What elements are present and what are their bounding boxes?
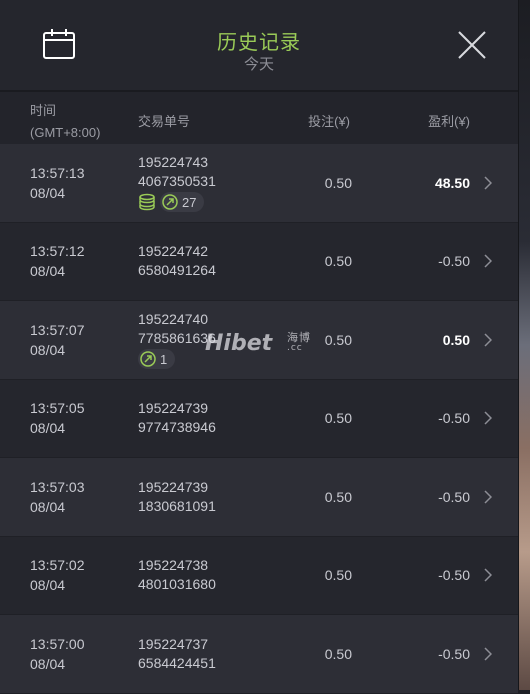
- row-order-cell: 195224740 7785861636 1: [138, 301, 216, 379]
- history-row[interactable]: 13:57:02 08/04 195224738 4801031680 0.50 -0.5…: [0, 536, 518, 615]
- row-date: 08/04: [30, 263, 66, 280]
- row-date: 08/04: [30, 655, 66, 672]
- row-date: 08/04: [30, 184, 66, 201]
- background-image-edge: [518, 0, 530, 690]
- row-time: 13:57:00: [30, 635, 85, 652]
- link-badge: 27: [160, 192, 205, 213]
- link-count: 27: [182, 194, 197, 210]
- row-order-id-1: 195224739: [138, 400, 209, 417]
- history-row[interactable]: 13:57:13 08/04 195224743 4067350531 27 0.50 48…: [0, 144, 518, 223]
- column-time: 时间 (GMT+8:00): [30, 100, 100, 144]
- row-time: 13:57:03: [30, 478, 85, 495]
- row-bet: 0.50: [324, 410, 352, 427]
- row-time: 13:57:12: [30, 243, 85, 260]
- row-order-cell: 195224737 6584424451: [138, 615, 216, 693]
- link-count: 1: [160, 351, 168, 367]
- row-bet: 0.50: [324, 488, 352, 505]
- row-time: 13:57:07: [30, 321, 85, 338]
- row-order-id-2: 6580491264: [138, 262, 216, 279]
- chevron-right-icon[interactable]: [484, 333, 492, 347]
- history-list: 13:57:13 08/04 195224743 4067350531 27 0.50 48…: [0, 144, 518, 694]
- history-row[interactable]: 13:57:03 08/04 195224739 1830681091 0.50 -0.5…: [0, 458, 518, 537]
- coin-stack-icon: [139, 194, 155, 211]
- history-row[interactable]: 13:57:05 08/04 195224739 9774738946 0.50 -0.5…: [0, 379, 518, 458]
- column-header: 时间 (GMT+8:00) 交易单号 投注(¥) 盈利(¥): [0, 92, 518, 144]
- row-bet: 0.50: [324, 253, 352, 270]
- row-bet: 0.50: [324, 174, 352, 191]
- row-time-cell: 13:57:05 08/04: [30, 380, 85, 458]
- row-order-id-2: 1830681091: [138, 497, 216, 514]
- row-date: 08/04: [30, 577, 66, 594]
- row-badges: 1: [138, 349, 216, 370]
- link-badge: 1: [138, 349, 176, 370]
- row-date: 08/04: [30, 498, 66, 515]
- row-order-cell: 195224739 1830681091: [138, 458, 216, 536]
- column-profit: 盈利(¥): [428, 114, 470, 129]
- row-order-id-2: 6584424451: [138, 654, 216, 671]
- row-profit: -0.50: [438, 645, 470, 662]
- column-bet: 投注(¥): [308, 114, 350, 129]
- row-order-id-2: 7785861636: [138, 330, 216, 347]
- row-order-id-2: 4067350531: [138, 173, 216, 190]
- row-order-id-1: 195224737: [138, 635, 209, 652]
- row-order-cell: 195224739 9774738946: [138, 380, 216, 458]
- row-time-cell: 13:57:02 08/04: [30, 537, 85, 615]
- history-panel: 历史记录 今天 时间 (GMT+8:00) 交易单号 投注(¥) 盈利(¥) 1…: [0, 0, 519, 694]
- history-row[interactable]: 13:57:00 08/04 195224737 6584424451 0.50 -0.5…: [0, 615, 518, 694]
- row-profit: -0.50: [438, 567, 470, 584]
- page-title: 历史记录: [217, 32, 301, 54]
- row-time-cell: 13:57:00 08/04: [30, 615, 85, 693]
- row-time-cell: 13:57:03 08/04: [30, 458, 85, 536]
- chevron-right-icon[interactable]: [484, 568, 492, 582]
- column-timezone-label: (GMT+8:00): [30, 125, 101, 140]
- chevron-right-icon[interactable]: [484, 647, 492, 661]
- row-profit: 0.50: [442, 331, 470, 348]
- row-date: 08/04: [30, 420, 66, 437]
- chevron-right-icon[interactable]: [484, 490, 492, 504]
- row-order-cell: 195224743 4067350531 27: [138, 144, 216, 222]
- panel-header: 历史记录 今天: [0, 0, 518, 92]
- row-order-id-1: 195224739: [138, 478, 209, 495]
- page-subtitle: 今天: [243, 56, 274, 73]
- row-time: 13:57:05: [30, 400, 85, 417]
- row-bet: 0.50: [324, 331, 352, 348]
- row-order-id-1: 195224743: [138, 154, 209, 171]
- link-icon: [140, 351, 156, 367]
- row-profit: -0.50: [438, 488, 470, 505]
- row-bet: 0.50: [324, 567, 352, 584]
- close-icon[interactable]: [457, 30, 487, 60]
- row-order-cell: 195224742 6580491264: [138, 223, 216, 301]
- row-order-id-1: 195224740: [138, 311, 209, 328]
- chevron-right-icon[interactable]: [484, 411, 492, 425]
- row-time-cell: 13:57:07 08/04: [30, 301, 85, 379]
- row-order-id-2: 9774738946: [138, 419, 216, 436]
- column-time-label: 时间: [30, 103, 57, 118]
- link-icon: [162, 194, 178, 210]
- row-order-id-1: 195224738: [138, 557, 209, 574]
- row-order-id-2: 4801031680: [138, 576, 216, 593]
- row-profit: -0.50: [438, 253, 470, 270]
- row-profit: -0.50: [438, 410, 470, 427]
- row-badges: 27: [138, 192, 216, 213]
- row-time: 13:57:02: [30, 557, 85, 574]
- history-row[interactable]: 13:57:07 08/04 195224740 7785861636 1 0.50 0.5…: [0, 301, 518, 380]
- row-bet: 0.50: [324, 645, 352, 662]
- row-time-cell: 13:57:13 08/04: [30, 144, 85, 222]
- row-time-cell: 13:57:12 08/04: [30, 223, 85, 301]
- row-order-cell: 195224738 4801031680: [138, 537, 216, 615]
- chevron-right-icon[interactable]: [484, 254, 492, 268]
- chevron-right-icon[interactable]: [484, 176, 492, 190]
- row-date: 08/04: [30, 341, 66, 358]
- history-row[interactable]: 13:57:12 08/04 195224742 6580491264 0.50 -0.5…: [0, 222, 518, 301]
- row-profit: 48.50: [434, 174, 470, 191]
- column-order-id: 交易单号: [138, 114, 191, 129]
- row-time: 13:57:13: [30, 164, 85, 181]
- row-order-id-1: 195224742: [138, 243, 209, 260]
